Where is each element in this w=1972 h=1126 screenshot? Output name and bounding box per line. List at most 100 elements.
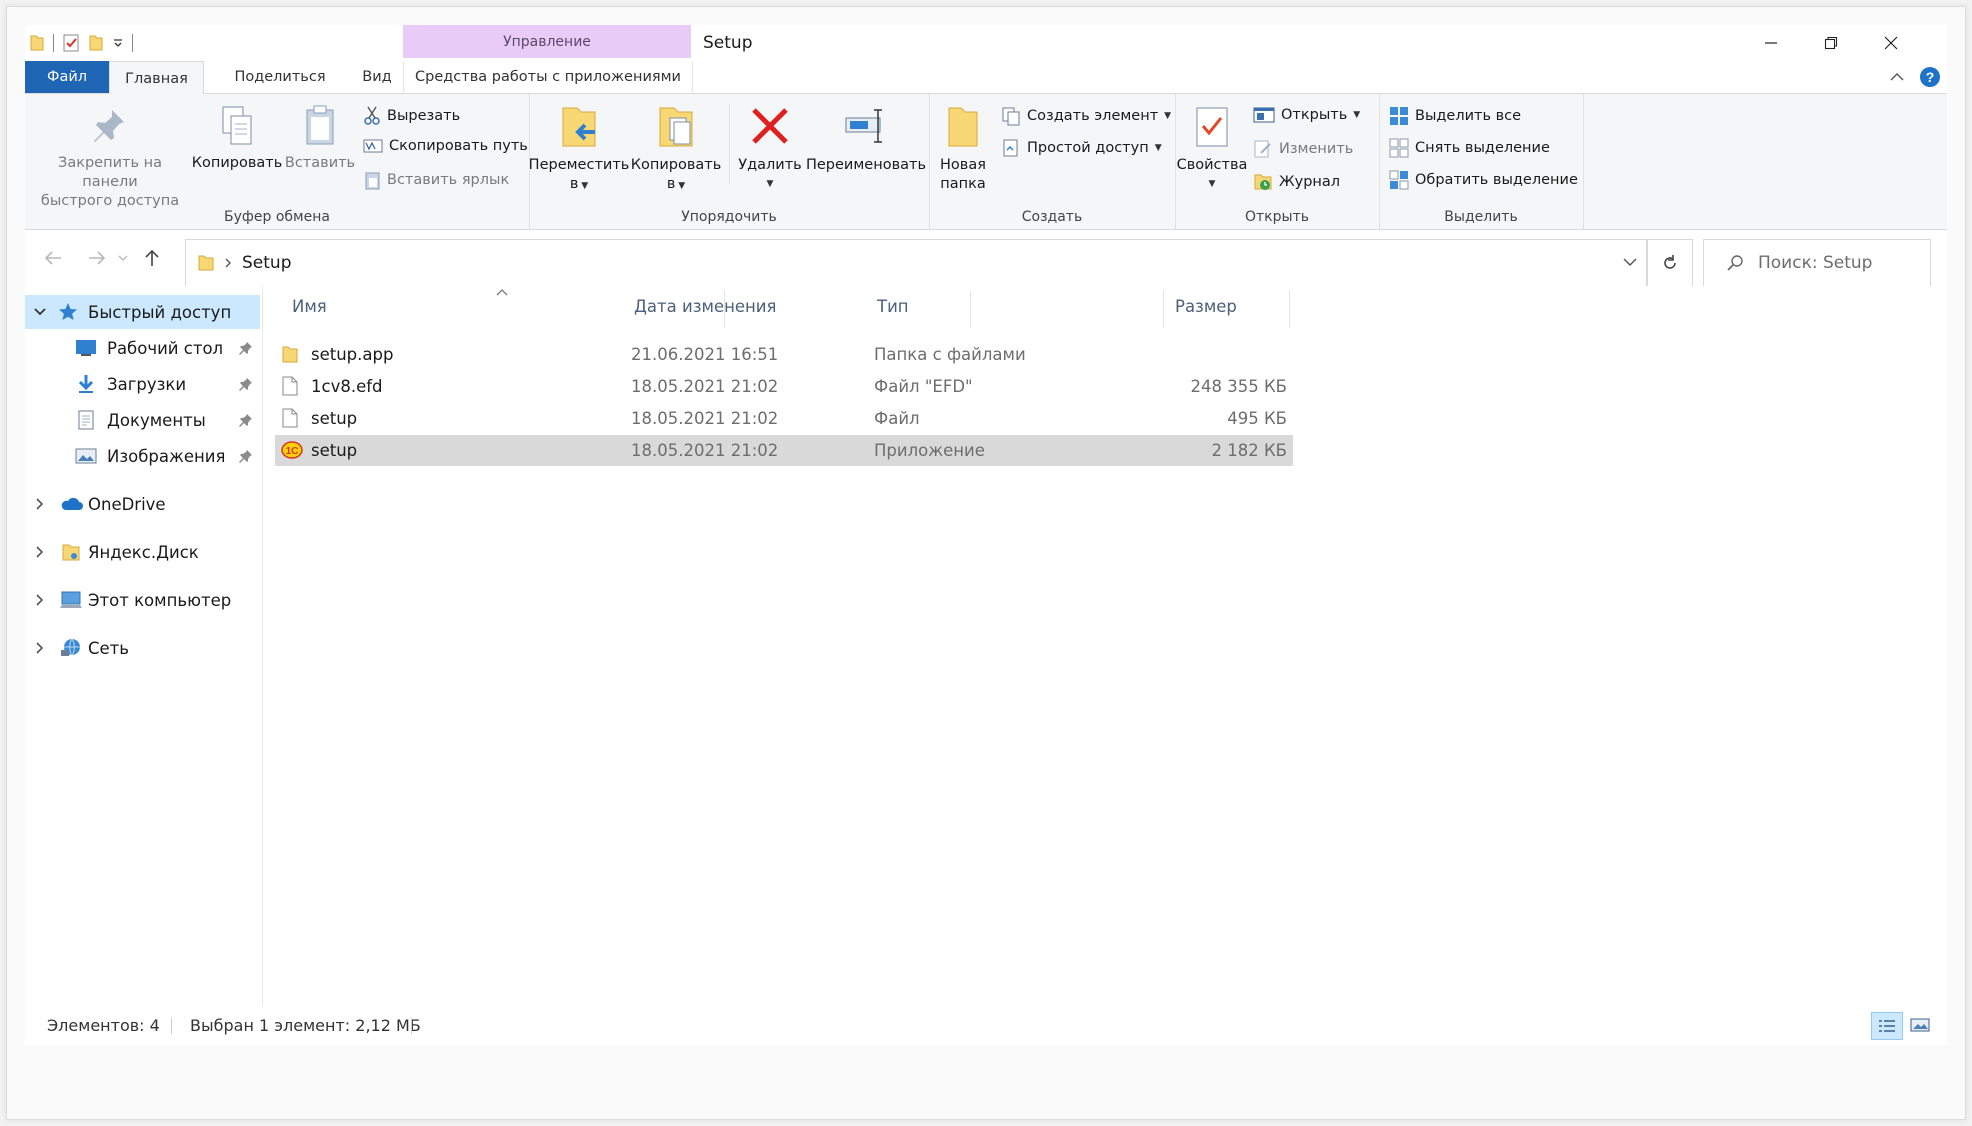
recent-locations-button[interactable] xyxy=(113,244,133,272)
nav-item-this-pc[interactable]: Этот компьютер xyxy=(25,583,260,617)
nav-item-downloads[interactable]: Загрузки xyxy=(25,367,260,401)
back-button[interactable] xyxy=(39,244,67,272)
select-all-button[interactable]: Выделить все xyxy=(1389,106,1521,126)
column-divider[interactable] xyxy=(1163,290,1164,328)
paste-button[interactable]: Вставить xyxy=(283,104,357,173)
group-organize: Переместить в ▼ Копировать в ▼ Удалить ▼… xyxy=(529,94,930,229)
invert-selection-icon xyxy=(1389,170,1409,190)
cut-button[interactable]: Вырезать xyxy=(363,106,460,126)
up-button[interactable] xyxy=(138,244,166,272)
collapse-ribbon-icon[interactable] xyxy=(1889,71,1905,83)
move-to-label: Переместить xyxy=(528,157,630,173)
new-item-button[interactable]: Создать элемент ▼ xyxy=(1001,106,1171,126)
nav-item-documents[interactable]: Документы xyxy=(25,403,260,437)
new-folder-quick-icon[interactable] xyxy=(88,34,104,52)
chevron-right-icon[interactable] xyxy=(224,257,232,269)
edit-button[interactable]: Изменить xyxy=(1253,139,1353,159)
minimize-button[interactable] xyxy=(1741,25,1801,61)
column-header-date-label: Дата изменения xyxy=(634,296,777,316)
details-view-icon xyxy=(1879,1020,1895,1032)
history-button[interactable]: Журнал xyxy=(1253,172,1340,192)
chevron-down-icon: ▼ xyxy=(766,179,774,189)
close-button[interactable] xyxy=(1861,25,1921,61)
download-icon xyxy=(78,375,94,393)
divider xyxy=(729,104,730,184)
nav-item-yandex-disk[interactable]: Яндекс.Диск xyxy=(25,535,260,569)
nav-item-onedrive[interactable]: OneDrive xyxy=(25,487,260,521)
status-bar: Элементов: 4 Выбран 1 элемент: 2,12 МБ xyxy=(25,1006,1947,1045)
nav-label: Документы xyxy=(107,410,206,430)
forward-button[interactable] xyxy=(83,244,111,272)
ribbon: Закрепить на панели быстрого доступа Коп… xyxy=(25,94,1947,230)
desktop-icon xyxy=(76,340,96,356)
nav-item-desktop[interactable]: Рабочий стол xyxy=(25,331,260,365)
search-box[interactable]: Поиск: Setup xyxy=(1703,239,1931,287)
file-row[interactable]: setup 18.05.2021 21:02 Файл 495 КБ xyxy=(275,403,1293,434)
paste-shortcut-button[interactable]: Вставить ярлык xyxy=(363,170,509,190)
column-header-size[interactable]: Размер xyxy=(1175,286,1275,326)
group-select: Выделить все Снять выделение Обратить вы… xyxy=(1379,94,1584,229)
open-button[interactable]: Открыть ▼ xyxy=(1253,106,1360,124)
column-divider[interactable] xyxy=(1289,290,1290,328)
select-none-button[interactable]: Снять выделение xyxy=(1389,138,1550,158)
computer-icon xyxy=(60,591,82,608)
file-list: Имя Дата изменения Тип Размер setup.app … xyxy=(263,286,1947,1006)
customize-qat-icon[interactable] xyxy=(112,37,124,49)
pin-icon[interactable] xyxy=(239,341,253,355)
chevron-down-icon: ▼ xyxy=(1353,110,1361,120)
delete-button[interactable]: Удалить ▼ xyxy=(735,104,805,194)
tab-app-tools[interactable]: Средства работы с приложениями xyxy=(403,61,693,93)
copy-to-button[interactable]: Копировать в ▼ xyxy=(629,104,723,196)
window-title: Setup xyxy=(703,33,753,53)
folder-icon xyxy=(62,544,80,561)
details-view-button[interactable] xyxy=(1871,1012,1903,1040)
cut-label: Вырезать xyxy=(387,108,461,124)
pin-icon[interactable] xyxy=(239,377,253,391)
file-row-selected[interactable]: 1C setup 18.05.2021 21:02 Приложение 2 1… xyxy=(275,435,1293,466)
restore-button[interactable] xyxy=(1801,25,1861,61)
invert-selection-button[interactable]: Обратить выделение xyxy=(1389,170,1578,190)
move-to-button[interactable]: Переместить в ▼ xyxy=(528,104,630,196)
tab-view[interactable]: Вид xyxy=(353,61,401,93)
edit-icon xyxy=(1254,140,1271,158)
tab-home[interactable]: Главная xyxy=(109,61,204,96)
chevron-down-icon[interactable] xyxy=(1622,252,1638,272)
copy-path-label: Скопировать путь xyxy=(389,138,528,154)
properties-button[interactable]: Свойства ▼ xyxy=(1177,104,1247,194)
star-icon xyxy=(59,303,77,320)
pin-quick-access-button[interactable]: Закрепить на панели быстрого доступа xyxy=(35,104,185,211)
rename-button[interactable]: Переименовать xyxy=(805,104,927,175)
folder-icon xyxy=(30,35,44,51)
search-input[interactable]: Поиск: Setup xyxy=(1758,253,1872,273)
easy-access-button[interactable]: Простой доступ ▼ xyxy=(1001,138,1162,158)
column-header-date[interactable]: Дата изменения xyxy=(634,286,864,326)
help-icon[interactable]: ? xyxy=(1919,66,1941,88)
chevron-right-icon xyxy=(36,498,44,510)
address-bar[interactable]: Setup xyxy=(185,239,1647,287)
breadcrumb-setup[interactable]: Setup xyxy=(242,253,291,273)
file-row[interactable]: 1cv8.efd 18.05.2021 21:02 Файл "EFD" 248… xyxy=(275,371,1293,402)
file-date: 18.05.2021 21:02 xyxy=(631,441,779,460)
large-icons-view-button[interactable] xyxy=(1905,1012,1935,1038)
pin-icon[interactable] xyxy=(239,413,253,427)
refresh-button[interactable] xyxy=(1647,239,1693,287)
nav-item-quick-access[interactable]: Быстрый доступ xyxy=(25,295,260,329)
tab-share[interactable]: Поделиться xyxy=(220,61,340,93)
column-header-name[interactable]: Имя xyxy=(292,286,692,326)
copy-button[interactable]: Копировать xyxy=(192,104,282,173)
column-header-type[interactable]: Тип xyxy=(877,286,1027,326)
chevron-right-icon xyxy=(36,594,44,606)
copy-path-button[interactable]: Скопировать путь xyxy=(363,138,528,154)
refresh-icon xyxy=(1664,255,1676,269)
easy-access-label: Простой доступ xyxy=(1027,140,1149,156)
properties-quick-icon[interactable] xyxy=(62,33,80,53)
new-folder-button[interactable]: Новая папка xyxy=(933,104,993,194)
new-item-label: Создать элемент xyxy=(1027,108,1159,124)
pin-icon[interactable] xyxy=(239,449,253,463)
nav-item-pictures[interactable]: Изображения xyxy=(25,439,260,473)
nav-item-network[interactable]: Сеть xyxy=(25,631,260,665)
properties-label: Свойства xyxy=(1176,157,1248,173)
chevron-down-icon: ▼ xyxy=(675,181,686,191)
file-row[interactable]: setup.app 21.06.2021 16:51 Папка с файла… xyxy=(275,339,1293,370)
tab-file[interactable]: Файл xyxy=(25,61,109,93)
